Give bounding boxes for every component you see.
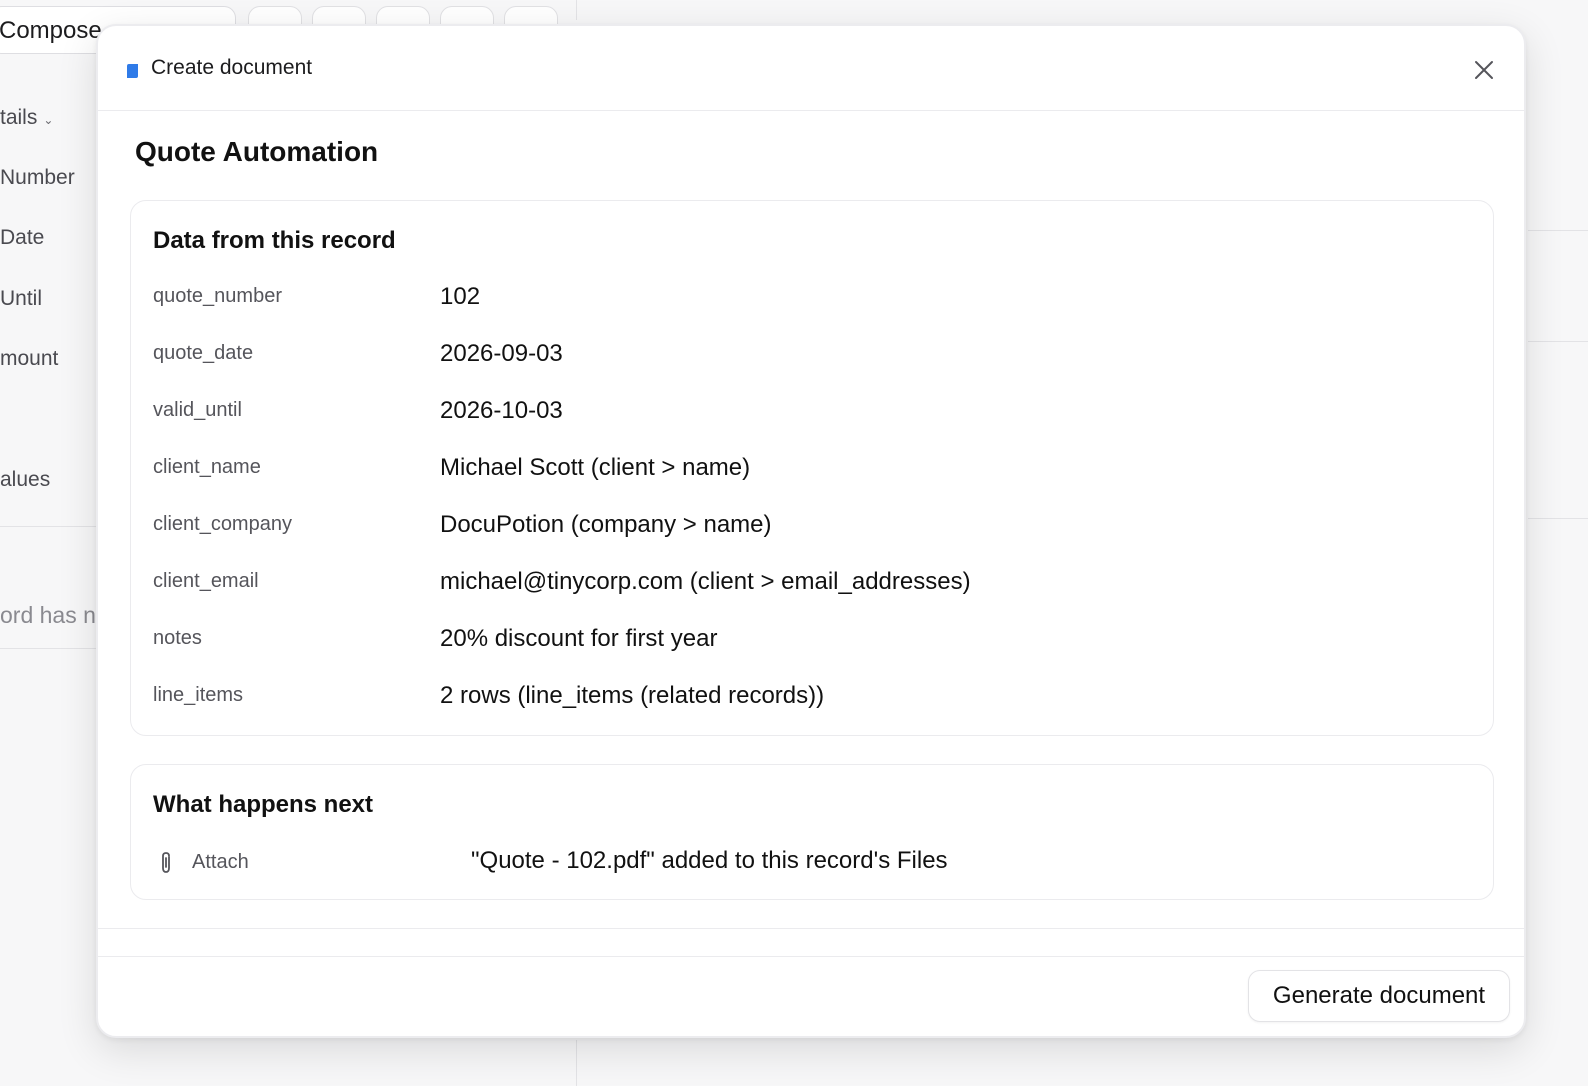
dialog-title: Create document (151, 56, 313, 79)
field-value: 102 (440, 283, 481, 310)
field-label: Until (0, 287, 43, 310)
data-row: quote_date 2026-09-03 (153, 340, 1473, 370)
field-name: valid_until (153, 399, 242, 421)
paperclip-icon (162, 852, 170, 873)
generate-document-button[interactable]: Generate document (1248, 970, 1510, 1022)
data-row: valid_until 2026-10-03 (153, 397, 1473, 427)
divider (98, 928, 1524, 929)
action-label: Attach (192, 851, 249, 873)
field-name: notes (153, 627, 202, 649)
field-name: client_email (153, 570, 259, 592)
field-label: Date (0, 226, 45, 249)
document-icon (127, 64, 138, 78)
details-toggle[interactable]: tails ⌄ (0, 106, 53, 130)
card-title: Data from this record (153, 227, 396, 254)
field-label: alues (0, 468, 51, 491)
data-row: notes 20% discount for first year (153, 625, 1473, 655)
field-value: 20% discount for first year (440, 625, 718, 652)
empty-state-text: ord has n (0, 602, 96, 628)
side-panel (1528, 230, 1588, 342)
field-value: 2 rows (line_items (related records)) (440, 682, 825, 709)
field-value: DocuPotion (company > name) (440, 511, 772, 538)
next-action-row: Attach "Quote - 102.pdf" added to this r… (153, 847, 1473, 881)
field-label: mount (0, 347, 59, 370)
field-name: client_company (153, 513, 292, 535)
divider (1528, 518, 1588, 519)
divider (98, 956, 1524, 957)
chevron-down-icon: ⌄ (43, 113, 54, 127)
field-name: quote_date (153, 342, 254, 364)
automation-title: Quote Automation (135, 136, 379, 167)
data-row: client_email michael@tinycorp.com (clien… (153, 568, 1473, 598)
field-name: quote_number (153, 285, 282, 307)
divider (576, 1040, 577, 1086)
field-value: 2026-10-03 (440, 397, 563, 424)
compose-label: Compose (0, 17, 102, 44)
close-icon[interactable] (1472, 58, 1496, 82)
dialog-header: Create document (98, 26, 1524, 111)
record-data-card: Data from this record quote_number 102 q… (130, 200, 1494, 736)
action-description: "Quote - 102.pdf" added to this record's… (471, 847, 948, 874)
data-row: client_company DocuPotion (company > nam… (153, 511, 1473, 541)
field-value: 2026-09-03 (440, 340, 563, 367)
card-title: What happens next (153, 791, 374, 818)
field-name: client_name (153, 456, 261, 478)
data-row: quote_number 102 (153, 283, 1473, 313)
divider (576, 0, 577, 20)
data-row: client_name Michael Scott (client > name… (153, 454, 1473, 484)
field-value: michael@tinycorp.com (client > email_add… (440, 568, 971, 595)
data-row: line_items 2 rows (line_items (related r… (153, 682, 1473, 712)
field-value: Michael Scott (client > name) (440, 454, 751, 481)
field-name: line_items (153, 684, 244, 706)
details-label: tails (0, 106, 38, 129)
create-document-dialog: Create document Quote Automation Data fr… (96, 24, 1526, 1038)
field-label: Number (0, 166, 75, 189)
next-steps-card: What happens next Attach "Quote - 102.pd… (130, 764, 1494, 900)
